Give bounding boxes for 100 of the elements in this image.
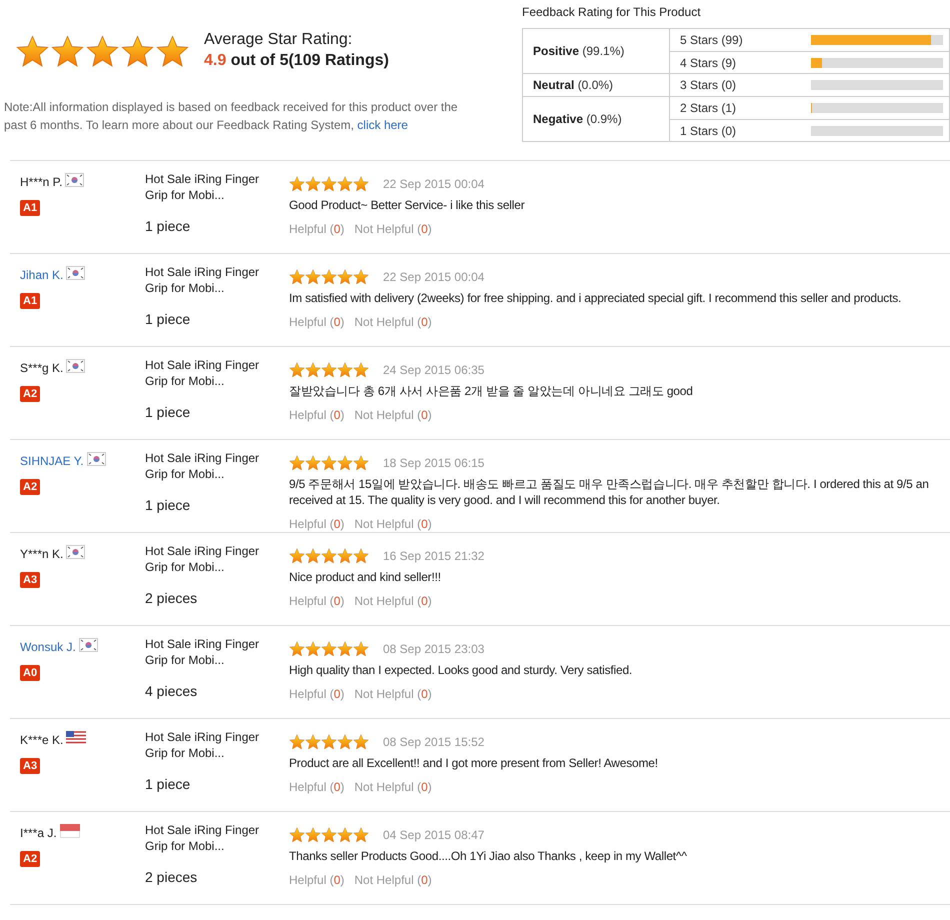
review-date: 08 Sep 2015 23:03 [383, 641, 484, 658]
level-badge: A0 [20, 665, 40, 681]
review-date: 24 Sep 2015 06:35 [383, 362, 484, 379]
helpful-link[interactable]: Helpful (0) [289, 592, 344, 610]
reviewer-name: K***e K. [20, 732, 64, 749]
star-icon [321, 548, 337, 564]
star-icon [289, 827, 305, 843]
star-icon [321, 362, 337, 378]
not-helpful-link[interactable]: Not Helpful (0) [354, 220, 432, 238]
review-comment: 잘받았습니다 총 6개 사서 사은품 2개 받을 줄 알았는데 아니네요 그래도 good [289, 383, 694, 399]
reviewer-name: S***g K. [20, 360, 64, 377]
star-icon [86, 34, 119, 68]
star-icon [353, 362, 369, 378]
star-icon [289, 362, 305, 378]
quantity-text: 1 piece [145, 403, 192, 422]
reviewer-name[interactable]: Wonsuk J. [20, 638, 76, 656]
review-date: 22 Sep 2015 00:04 [383, 176, 484, 193]
quantity-text: 1 piece [145, 775, 192, 794]
star-icon [289, 455, 305, 471]
not-helpful-link[interactable]: Not Helpful (0) [354, 406, 432, 424]
quantity-text: 2 pieces [145, 868, 198, 887]
star-icon [337, 641, 353, 657]
product-name[interactable]: Hot Sale iRing Finger Grip for Mobi... [145, 729, 273, 761]
flag-icon [60, 824, 80, 838]
level-badge: A2 [20, 386, 40, 402]
star-count-label: 1 Stars (0) [679, 122, 738, 140]
star-icon [353, 269, 369, 285]
quantity-text: 1 piece [145, 310, 192, 329]
level-badge: A2 [20, 851, 40, 867]
flag-icon [78, 638, 98, 652]
star-icon [305, 548, 321, 564]
flag-icon [66, 731, 86, 744]
quantity-text: 1 piece [145, 496, 192, 515]
level-badge: A1 [20, 293, 40, 309]
not-helpful-link[interactable]: Not Helpful (0) [354, 871, 432, 889]
star-icon [305, 641, 321, 657]
star-icon [289, 641, 305, 657]
reviewer-name: Y***n K. [20, 546, 64, 563]
not-helpful-link[interactable]: Not Helpful (0) [354, 685, 432, 703]
star-icon [305, 455, 321, 471]
helpful-link[interactable]: Helpful (0) [289, 313, 344, 331]
star-icon [337, 734, 353, 750]
feedback-system-link[interactable]: click here [357, 118, 408, 132]
rating-group-label: Positive (99.1%) [533, 43, 624, 60]
star-icon [16, 34, 49, 68]
flag-icon [86, 452, 106, 466]
helpful-link[interactable]: Helpful (0) [289, 871, 344, 889]
level-badge: A2 [20, 479, 40, 495]
not-helpful-link[interactable]: Not Helpful (0) [354, 592, 432, 610]
star-count-label: 5 Stars (99) [679, 32, 744, 49]
reviewer-name: H***n P. [20, 174, 62, 191]
flag-icon [66, 545, 86, 559]
star-icon [321, 455, 337, 471]
product-name[interactable]: Hot Sale iRing Finger Grip for Mobi... [145, 822, 273, 854]
review-date: 16 Sep 2015 21:32 [383, 548, 484, 565]
product-name[interactable]: Hot Sale iRing Finger Grip for Mobi... [145, 636, 273, 668]
average-score: 4.9 out of 5(109 Ratings) [204, 51, 389, 71]
flag-icon [66, 266, 86, 280]
star-icon [353, 548, 369, 564]
star-icon [337, 176, 353, 192]
reviewer-name[interactable]: Jihan K. [20, 266, 64, 284]
not-helpful-link[interactable]: Not Helpful (0) [354, 515, 432, 533]
star-icon [337, 455, 353, 471]
not-helpful-link[interactable]: Not Helpful (0) [354, 313, 432, 331]
star-icon [321, 176, 337, 192]
star-icon [51, 34, 84, 68]
star-icon [289, 176, 305, 192]
product-name[interactable]: Hot Sale iRing Finger Grip for Mobi... [145, 450, 273, 482]
star-icon [337, 362, 353, 378]
star-icon [305, 269, 321, 285]
review-comment: Nice product and kind seller!!! [289, 569, 442, 585]
product-name[interactable]: Hot Sale iRing Finger Grip for Mobi... [145, 171, 273, 203]
rating-heading: Average Star Rating: [204, 30, 354, 50]
review-comment: received at 15. The quality is very good. and I will recommend this for another buyer. [289, 492, 721, 508]
star-icon [289, 734, 305, 750]
quantity-text: 4 pieces [145, 682, 198, 701]
review-comment: Product are all Excellent!! and I got more present from Seller! Awesome! [289, 755, 659, 771]
star-icon [353, 827, 369, 843]
product-name[interactable]: Hot Sale iRing Finger Grip for Mobi... [145, 264, 273, 296]
star-count-label: 2 Stars (1) [679, 100, 738, 117]
not-helpful-link[interactable]: Not Helpful (0) [354, 778, 432, 796]
star-icon [337, 827, 353, 843]
star-icon [305, 362, 321, 378]
helpful-link[interactable]: Helpful (0) [289, 515, 344, 533]
helpful-link[interactable]: Helpful (0) [289, 778, 344, 796]
level-badge: A3 [20, 572, 40, 588]
level-badge: A1 [20, 200, 40, 216]
star-icon [337, 269, 353, 285]
star-icon [289, 548, 305, 564]
product-name[interactable]: Hot Sale iRing Finger Grip for Mobi... [145, 357, 273, 389]
review-date: 08 Sep 2015 15:52 [383, 734, 484, 751]
reviewer-name[interactable]: SIHNJAE Y. [20, 452, 84, 470]
helpful-link[interactable]: Helpful (0) [289, 685, 344, 703]
helpful-link[interactable]: Helpful (0) [289, 220, 344, 238]
star-icon [353, 176, 369, 192]
star-icon [321, 269, 337, 285]
rating-group-label: Negative (0.9%) [533, 111, 622, 128]
product-name[interactable]: Hot Sale iRing Finger Grip for Mobi... [145, 543, 273, 575]
helpful-link[interactable]: Helpful (0) [289, 406, 344, 424]
level-badge: A3 [20, 758, 40, 774]
